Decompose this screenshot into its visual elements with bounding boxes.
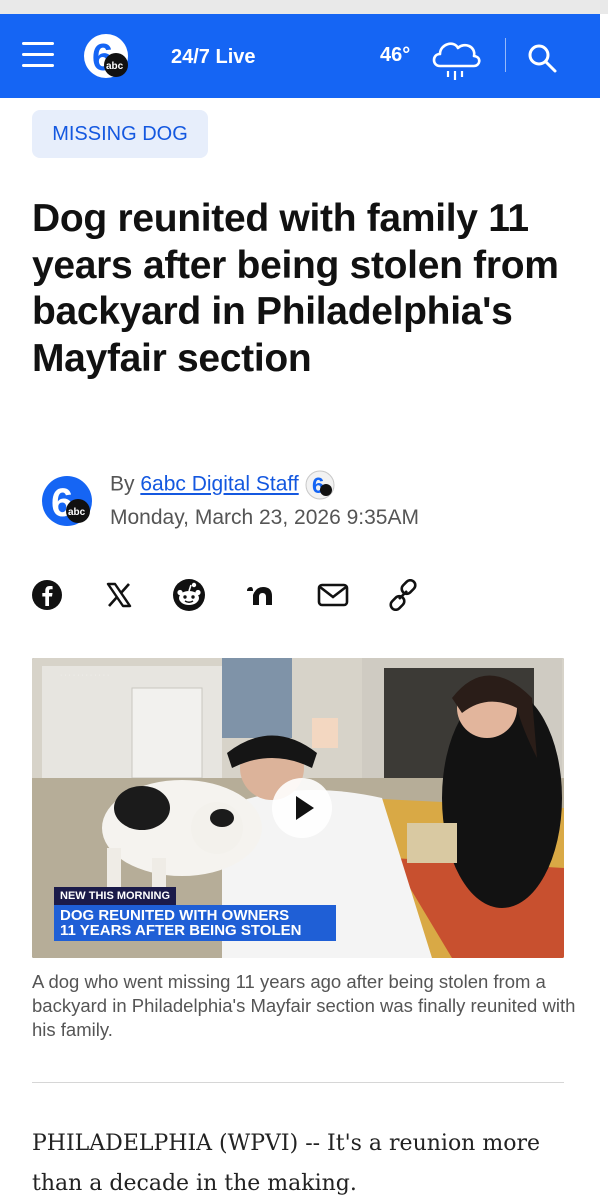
email-icon[interactable] <box>316 578 350 612</box>
search-icon[interactable] <box>526 42 558 74</box>
x-icon[interactable] <box>102 578 136 612</box>
byline: By 6abc Digital Staff 6 <box>110 470 335 500</box>
status-strip <box>0 0 608 14</box>
menu-icon[interactable] <box>22 42 54 68</box>
lower-third-line-1: DOG REUNITED WITH OWNERS <box>60 907 290 924</box>
header-divider <box>505 38 506 72</box>
rain-cloud-icon[interactable] <box>428 34 482 84</box>
site-header: 6 abc 24/7 Live 46° <box>0 14 600 98</box>
article-video[interactable]: · · · · · · · · · · · · NEW THIS MORNING… <box>32 658 564 958</box>
reddit-icon[interactable] <box>172 578 206 612</box>
video-watermark: · · · · · · · · · · · · <box>60 672 110 679</box>
publish-date: Monday, March 23, 2026 9:35AM <box>110 506 419 529</box>
lower-third-headline: DOG REUNITED WITH OWNERS 11 YEARS AFTER … <box>54 905 336 941</box>
image-caption: A dog who went missing 11 years ago afte… <box>32 971 576 1040</box>
article-body-paragraph: PHILADELPHIA (WPVI) -- It's a reunion mo… <box>32 1131 540 1196</box>
svg-text:abc: abc <box>68 507 86 518</box>
temperature-readout[interactable]: 46° <box>380 44 410 67</box>
svg-text:abc: abc <box>106 61 124 72</box>
author-link[interactable]: 6abc Digital Staff <box>140 473 298 496</box>
article-headline: Dog reunited with family 11 years after … <box>32 197 559 380</box>
6abc-logo[interactable]: 6 abc <box>82 32 132 82</box>
lower-third-line-2: 11 YEARS AFTER BEING STOLEN <box>60 922 302 939</box>
byline-prefix: By <box>110 472 141 496</box>
author-avatar: 6 abc <box>42 476 92 526</box>
category-tag[interactable]: MISSING DOG <box>32 110 208 158</box>
play-button[interactable] <box>272 778 332 838</box>
lower-third-kicker: NEW THIS MORNING <box>54 887 176 905</box>
6abc-badge-icon: 6 <box>305 470 335 500</box>
live-tv-link[interactable]: 24/7 Live <box>171 46 256 69</box>
lower-third: NEW THIS MORNING DOG REUNITED WITH OWNER… <box>54 886 336 941</box>
link-icon[interactable] <box>386 578 420 612</box>
section-divider <box>32 1082 564 1083</box>
facebook-icon[interactable] <box>30 578 64 612</box>
nextdoor-icon[interactable] <box>244 578 278 612</box>
